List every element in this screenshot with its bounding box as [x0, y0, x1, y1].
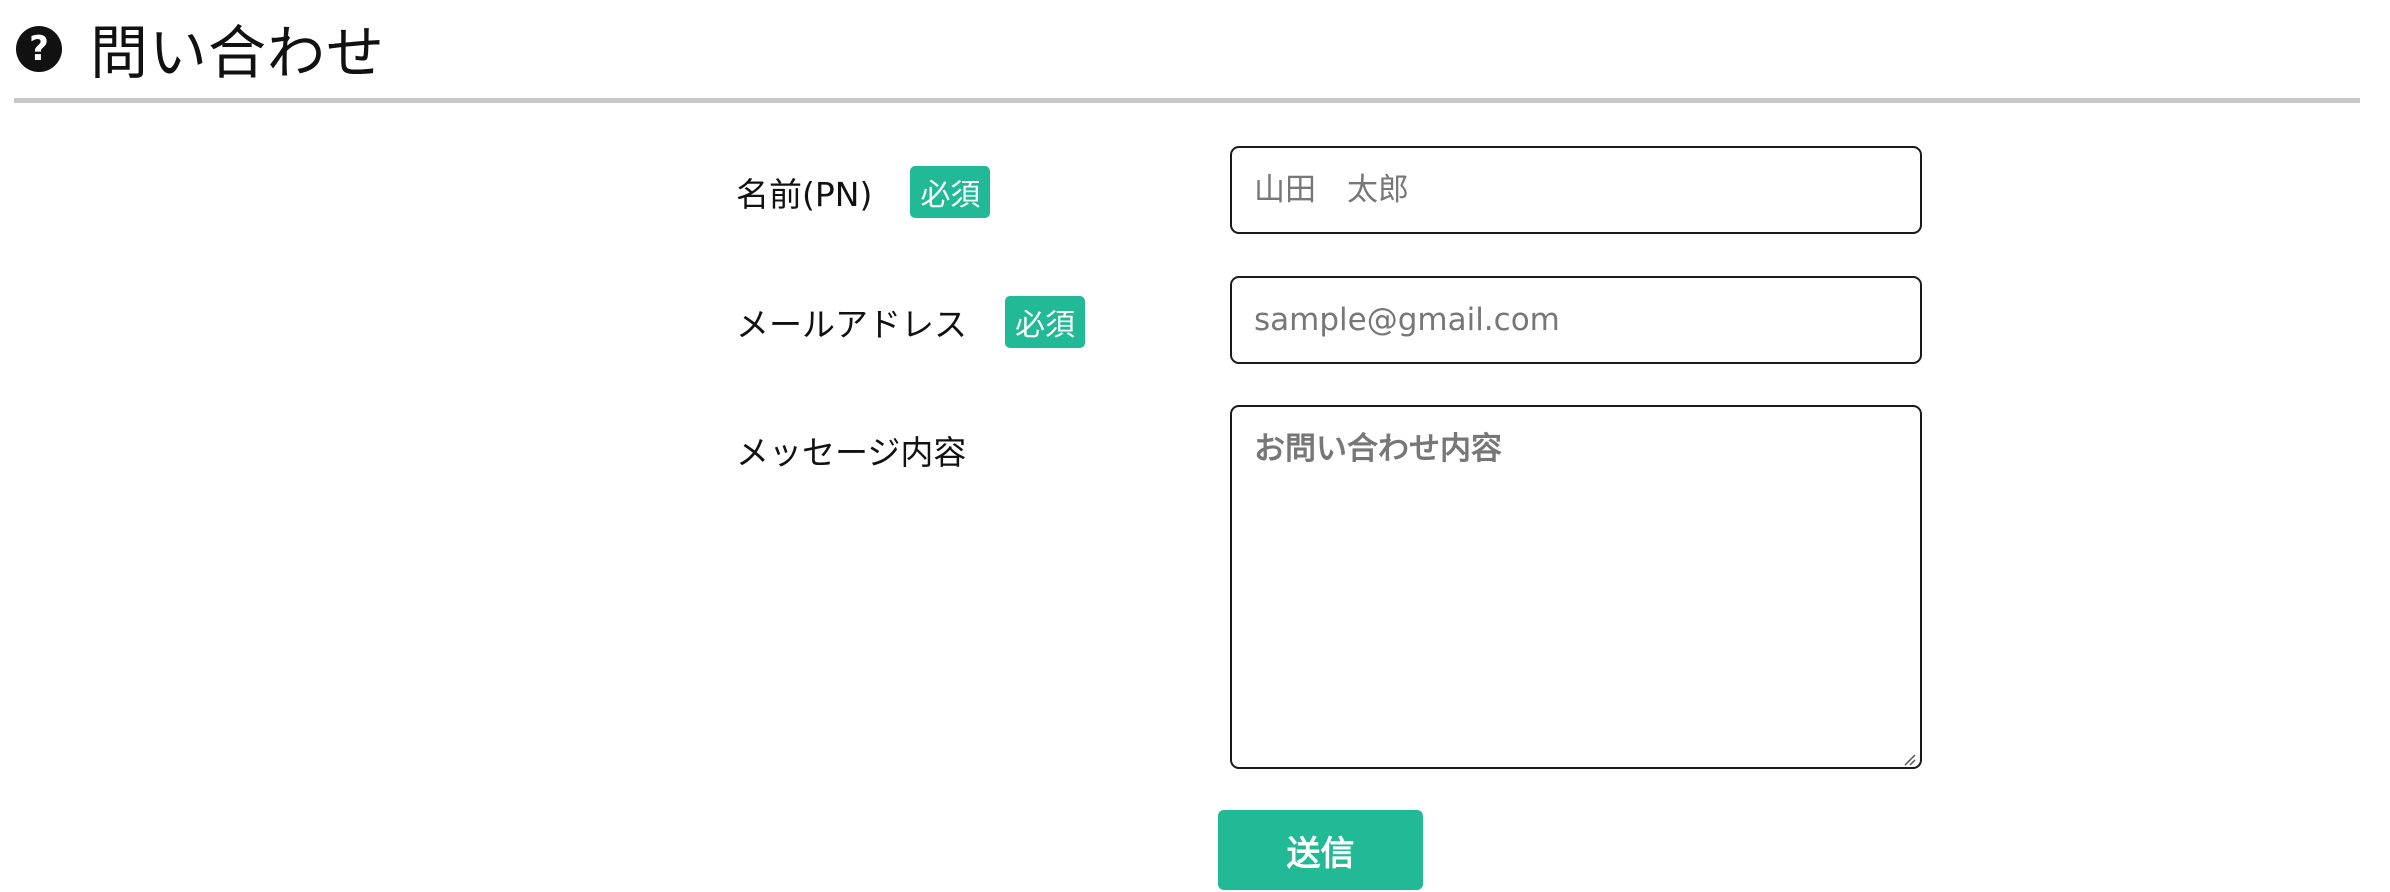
- contact-page: ? 問い合わせ 名前(PN) 必須 メールアドレス 必須 メッセージ内容 送信: [0, 0, 2390, 892]
- message-label-row: メッセージ内容: [736, 422, 966, 478]
- email-label-row: メールアドレス 必須: [736, 294, 1085, 350]
- name-label-row: 名前(PN) 必須: [736, 164, 991, 220]
- email-required-badge: 必須: [1005, 296, 1085, 348]
- name-label: 名前(PN): [736, 175, 873, 214]
- resize-handle-icon[interactable]: [1902, 752, 1916, 766]
- message-label: メッセージ内容: [736, 433, 967, 472]
- contact-form: 名前(PN) 必須 メールアドレス 必須 メッセージ内容 送信: [0, 0, 2390, 892]
- email-input[interactable]: [1230, 276, 1922, 364]
- name-input[interactable]: [1230, 146, 1922, 234]
- submit-button[interactable]: 送信: [1218, 810, 1423, 890]
- name-required-badge: 必須: [910, 166, 991, 218]
- email-label: メールアドレス: [736, 305, 967, 344]
- message-textarea[interactable]: [1230, 405, 1922, 769]
